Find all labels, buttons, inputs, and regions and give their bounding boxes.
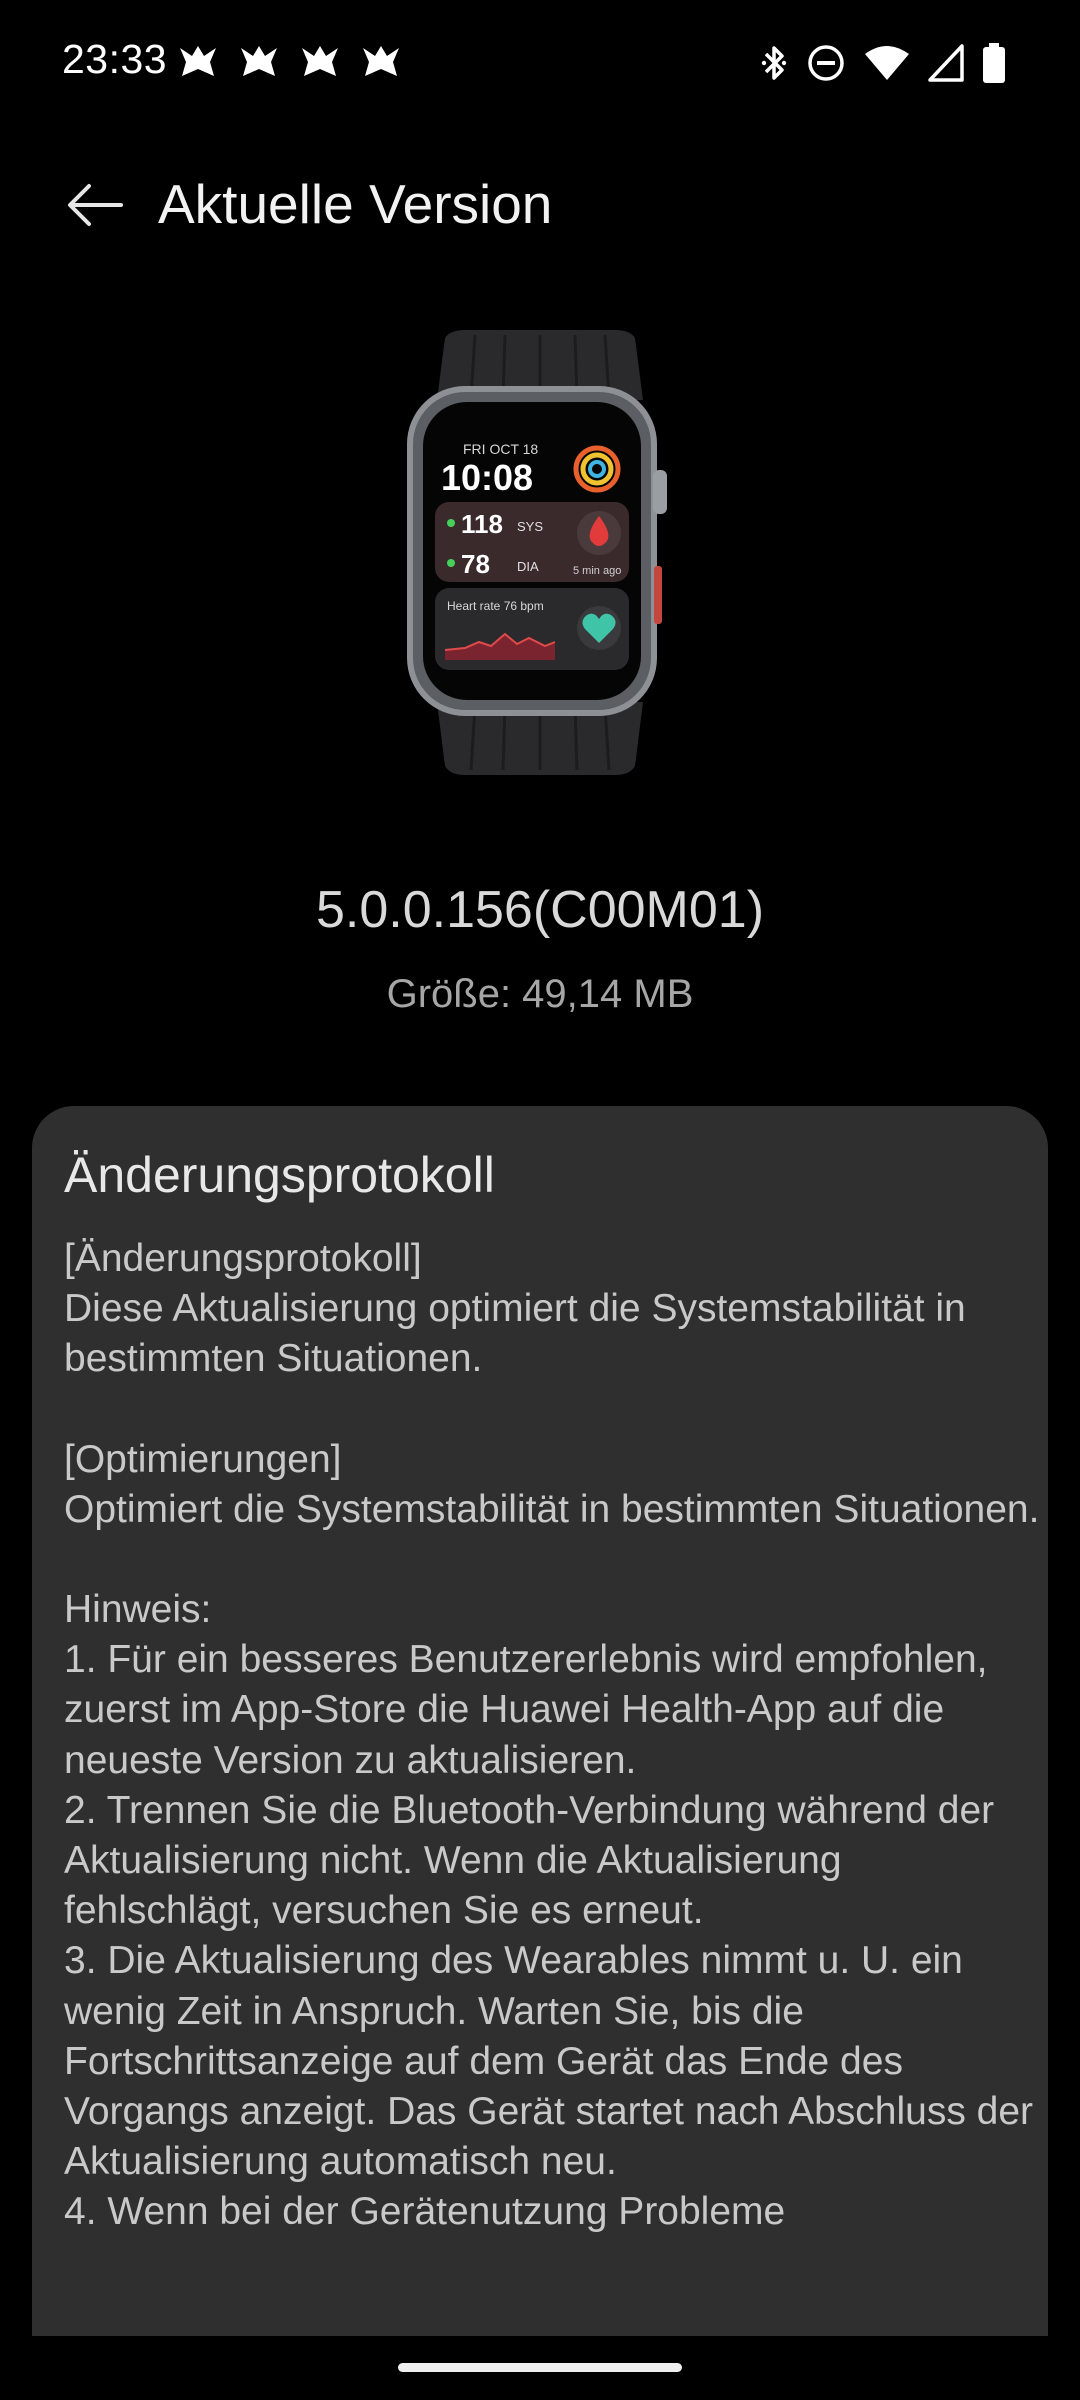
changelog-note-4: 4. Wenn bei der Gerätenutzung Probleme [64, 2190, 786, 2234]
bird-icon [180, 46, 216, 76]
watch-dia-value: 78 [461, 549, 490, 579]
home-indicator[interactable] [398, 2363, 682, 2372]
wifi-icon [865, 46, 909, 80]
changelog-card[interactable]: Änderungsprotokoll [Änderungsprotokoll] … [32, 1106, 1048, 2336]
changelog-note-2: 2. Trennen Sie die Bluetooth-Verbindung … [64, 1788, 995, 1933]
notification-icons [178, 42, 401, 82]
battery-icon [983, 43, 1005, 83]
status-time: 23:33 [62, 36, 168, 82]
watch-heart-rate: Heart rate 76 bpm [447, 599, 544, 613]
watch-time: 10:08 [441, 457, 533, 498]
bird-icon [363, 46, 399, 76]
system-icons [760, 42, 1006, 84]
changelog-title: Änderungsprotokoll [64, 1147, 495, 1203]
back-button[interactable] [50, 170, 140, 240]
smartwatch-image: FRI OCT 18 10:08 118 SYS 78 DIA 5 min ag… [407, 330, 667, 775]
watch-sys-label: SYS [517, 519, 543, 534]
signal-icon [928, 44, 964, 82]
bird-icon [241, 46, 277, 76]
changelog-log-header: [Änderungsprotokoll] [64, 1237, 422, 1280]
page-title: Aktuelle Version [158, 173, 553, 235]
watch-measured: 5 min ago [573, 565, 621, 577]
changelog-log-text: Diese Aktualisierung optimiert die Syste… [64, 1287, 966, 1381]
status-bar: 23:33 [0, 0, 1080, 120]
arrow-left-icon [68, 184, 123, 226]
bluetooth-icon [761, 46, 787, 80]
version-number: 5.0.0.156(C00M01) [315, 881, 765, 939]
changelog-body: [Änderungsprotokoll] Diese Aktualisierun… [64, 1234, 1044, 2238]
do-not-disturb-icon [808, 45, 844, 81]
watch-dia-label: DIA [517, 559, 539, 574]
watch-date: FRI OCT 18 [463, 441, 538, 457]
changelog-note-header: Hinweis: [64, 1588, 212, 1632]
changelog-note-1: 1. Für ein besseres Benutzererlebnis wir… [64, 1638, 988, 1782]
app-bar: Aktuelle Version [0, 150, 1080, 260]
bird-icon [302, 46, 338, 76]
changelog-opt-header: [Optimierungen] [64, 1437, 342, 1481]
changelog-opt-text: Optimiert die Systemstabilität in bestim… [64, 1487, 1040, 1531]
changelog-note-3: 3. Die Aktualisierung des Wearables nimm… [64, 1939, 1034, 2184]
watch-sys-value: 118 [461, 509, 503, 539]
version-size: Größe: 49,14 MB [386, 972, 694, 1016]
